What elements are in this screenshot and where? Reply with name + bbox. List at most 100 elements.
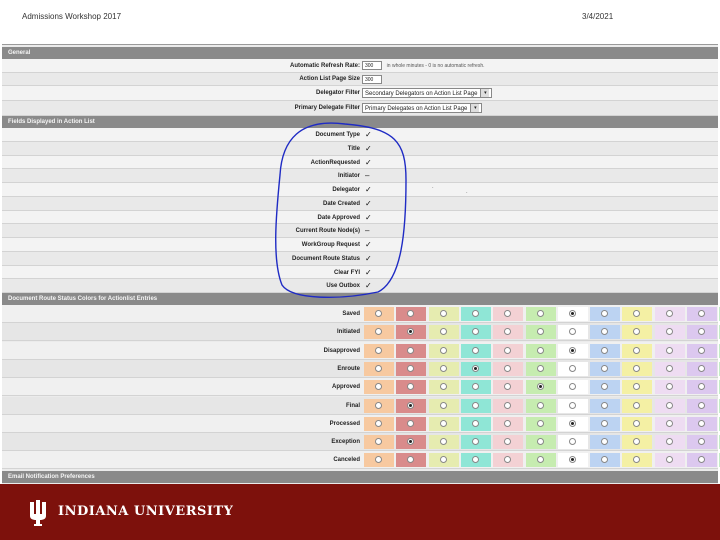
- color-radio[interactable]: [536, 401, 544, 409]
- color-radio[interactable]: [439, 383, 447, 391]
- color-radio[interactable]: [407, 383, 415, 391]
- checkbox-checked[interactable]: ✓: [365, 131, 373, 139]
- color-radio[interactable]: [471, 401, 479, 409]
- checkbox-checked[interactable]: ✓: [365, 186, 373, 194]
- color-radio[interactable]: [633, 438, 641, 446]
- color-radio[interactable]: [375, 438, 382, 446]
- color-radio[interactable]: [471, 438, 479, 446]
- color-radio[interactable]: [633, 456, 641, 464]
- color-radio[interactable]: [439, 310, 447, 317]
- color-radio[interactable]: [407, 346, 415, 354]
- color-radio[interactable]: [698, 346, 705, 354]
- color-radio[interactable]: [601, 438, 609, 446]
- color-radio[interactable]: [536, 310, 544, 317]
- checkbox-checked[interactable]: ✓: [365, 241, 373, 249]
- color-radio[interactable]: [601, 310, 609, 317]
- color-radio[interactable]: [536, 364, 544, 372]
- color-radio[interactable]: [633, 364, 641, 372]
- color-radio[interactable]: [407, 364, 415, 372]
- color-radio[interactable]: [504, 383, 512, 391]
- color-radio[interactable]: [568, 328, 576, 336]
- checkbox-checked[interactable]: ✓: [365, 282, 373, 290]
- color-radio[interactable]: [471, 456, 479, 464]
- color-radio[interactable]: [633, 383, 641, 391]
- color-radio[interactable]: [439, 364, 447, 372]
- checkbox-checked[interactable]: ✓: [365, 213, 373, 222]
- color-radio[interactable]: [471, 383, 479, 391]
- color-radio[interactable]: [536, 419, 544, 427]
- color-radio[interactable]: [601, 328, 609, 336]
- checkbox-checked[interactable]: ✓: [365, 144, 373, 153]
- color-radio[interactable]: [568, 310, 576, 317]
- color-radio[interactable]: [633, 328, 641, 336]
- color-radio[interactable]: [665, 328, 673, 336]
- color-radio[interactable]: [568, 401, 576, 409]
- color-radio[interactable]: [601, 383, 609, 391]
- checkbox-checked[interactable]: ✓: [365, 199, 373, 208]
- color-radio[interactable]: [375, 328, 382, 336]
- color-radio[interactable]: [375, 364, 382, 372]
- refresh-rate-input[interactable]: 300: [362, 61, 382, 70]
- color-radio[interactable]: [504, 419, 512, 427]
- color-radio[interactable]: [375, 383, 382, 391]
- color-radio[interactable]: [439, 456, 447, 464]
- color-radio[interactable]: [698, 419, 705, 427]
- color-radio[interactable]: [439, 419, 447, 427]
- checkbox-unchecked[interactable]: –: [365, 227, 373, 235]
- page-size-input[interactable]: 300: [362, 75, 382, 84]
- color-radio[interactable]: [504, 456, 512, 464]
- color-radio[interactable]: [601, 456, 609, 464]
- color-radio[interactable]: [698, 310, 705, 317]
- color-radio[interactable]: [698, 401, 705, 409]
- color-radio[interactable]: [568, 364, 576, 372]
- checkbox-checked[interactable]: ✓: [365, 254, 373, 263]
- color-radio[interactable]: [536, 456, 544, 464]
- color-radio[interactable]: [471, 328, 479, 336]
- color-radio[interactable]: [375, 419, 382, 427]
- color-radio[interactable]: [601, 346, 609, 354]
- color-radio[interactable]: [407, 438, 415, 446]
- color-radio[interactable]: [633, 419, 641, 427]
- color-radio[interactable]: [698, 383, 705, 391]
- checkbox-unchecked[interactable]: –: [365, 172, 373, 180]
- color-radio[interactable]: [698, 328, 705, 336]
- color-radio[interactable]: [504, 401, 512, 409]
- color-radio[interactable]: [698, 364, 705, 372]
- color-radio[interactable]: [375, 310, 382, 317]
- color-radio[interactable]: [471, 346, 479, 354]
- color-radio[interactable]: [601, 401, 609, 409]
- color-radio[interactable]: [536, 383, 544, 391]
- color-radio[interactable]: [633, 310, 641, 317]
- color-radio[interactable]: [375, 401, 382, 409]
- checkbox-checked[interactable]: ✓: [365, 158, 373, 167]
- color-radio[interactable]: [536, 346, 544, 354]
- color-radio[interactable]: [471, 364, 479, 372]
- color-radio[interactable]: [504, 310, 512, 317]
- color-radio[interactable]: [601, 419, 609, 427]
- color-radio[interactable]: [536, 438, 544, 446]
- color-radio[interactable]: [407, 310, 415, 317]
- color-radio[interactable]: [471, 310, 479, 317]
- color-radio[interactable]: [536, 328, 544, 336]
- color-radio[interactable]: [439, 346, 447, 354]
- color-radio[interactable]: [568, 419, 576, 427]
- color-radio[interactable]: [665, 383, 673, 391]
- color-radio[interactable]: [407, 456, 415, 464]
- color-radio[interactable]: [407, 401, 415, 409]
- color-radio[interactable]: [375, 346, 382, 354]
- color-radio[interactable]: [698, 438, 705, 446]
- color-radio[interactable]: [375, 456, 382, 464]
- color-radio[interactable]: [407, 419, 415, 427]
- color-radio[interactable]: [439, 401, 447, 409]
- color-radio[interactable]: [568, 456, 576, 464]
- color-radio[interactable]: [665, 364, 673, 372]
- color-radio[interactable]: [504, 438, 512, 446]
- delegator-filter-select[interactable]: Secondary Delegators on Action List Page…: [362, 88, 493, 98]
- color-radio[interactable]: [633, 346, 641, 354]
- color-radio[interactable]: [504, 328, 512, 336]
- color-radio[interactable]: [665, 401, 673, 409]
- color-radio[interactable]: [665, 438, 673, 446]
- color-radio[interactable]: [665, 346, 673, 354]
- color-radio[interactable]: [601, 364, 609, 372]
- color-radio[interactable]: [698, 456, 705, 464]
